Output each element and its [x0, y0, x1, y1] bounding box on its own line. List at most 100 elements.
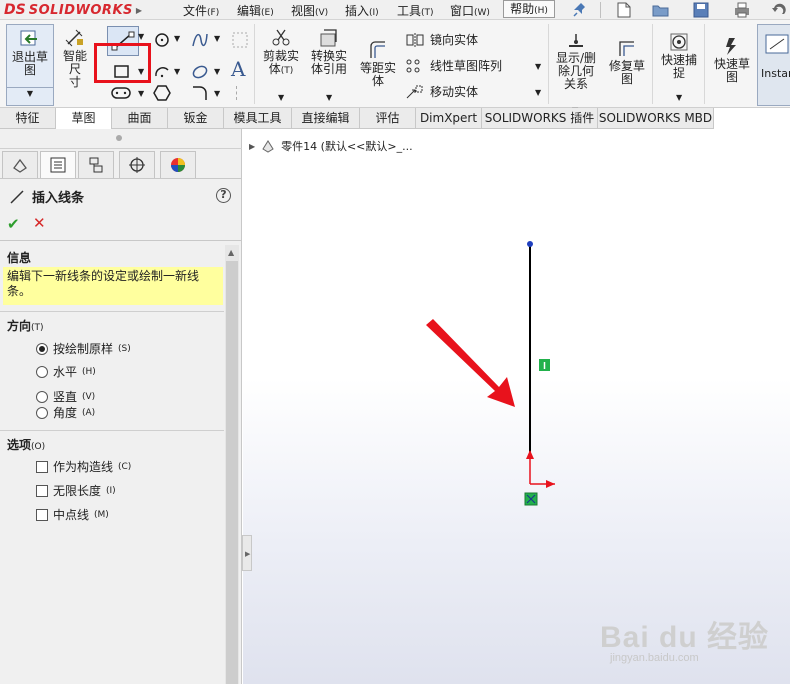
orientation-option-horizontal[interactable]: 水平 (H): [36, 363, 96, 380]
cancel-button[interactable]: ✕: [33, 214, 46, 232]
rapid-sketch-label-2: 图: [725, 70, 738, 84]
move-entities-button[interactable]: 移动实体: [405, 83, 478, 100]
rapid-sketch-button[interactable]: 快速草 图: [708, 36, 756, 84]
polygon-tool-icon[interactable]: [152, 84, 172, 102]
new-document-icon[interactable]: [615, 2, 633, 18]
exit-sketch-dropdown-icon[interactable]: ▼: [7, 89, 53, 98]
open-folder-icon[interactable]: [652, 2, 670, 18]
slot-dropdown-icon[interactable]: ▼: [138, 89, 144, 98]
instant2d-button[interactable]: Instan: [757, 24, 790, 106]
panel-grip[interactable]: [0, 129, 242, 149]
solidworks-logo[interactable]: DS SOLIDWORKS ▶: [4, 1, 142, 19]
trim-dropdown-icon[interactable]: ▼: [278, 93, 284, 102]
arc-dropdown-icon[interactable]: ▼: [174, 67, 180, 76]
ellipse-dropdown-icon[interactable]: ▼: [214, 67, 220, 76]
checkbox-for-construction[interactable]: [36, 460, 48, 473]
menu-tools[interactable]: 工具(T): [397, 2, 434, 19]
orientation-section-title: 方向(T): [7, 319, 44, 333]
offset-entities-button[interactable]: 等距实 体: [356, 40, 400, 88]
menu-window[interactable]: 窗口(W): [450, 2, 490, 19]
exit-sketch-button[interactable]: 退出草图 ▼: [6, 24, 54, 106]
option-for-construction[interactable]: 作为构造线 (C): [36, 458, 131, 475]
menu-insert[interactable]: 插入(I): [345, 2, 379, 19]
tab-features[interactable]: 特征: [0, 108, 56, 129]
crosshair-icon: [129, 157, 145, 173]
smart-dimension-button[interactable]: 智能尺 寸: [58, 28, 92, 89]
undo-icon[interactable]: [770, 2, 788, 18]
convert-label-1: 转换实: [310, 49, 347, 63]
graphics-area[interactable]: ▶ 零件14 (默认<<默认>_...: [243, 129, 790, 684]
radio-angle[interactable]: [36, 406, 48, 419]
pin-icon[interactable]: [572, 2, 590, 18]
tab-mold-tools[interactable]: 模具工具: [224, 108, 292, 129]
move-dropdown-icon[interactable]: ▼: [535, 88, 541, 97]
quick-snaps-dropdown-icon[interactable]: ▼: [676, 93, 682, 102]
radio-vertical[interactable]: [36, 390, 48, 403]
display-manager-tab[interactable]: [160, 151, 196, 178]
origin-x-arrowhead: [546, 480, 555, 488]
fillet-dropdown-icon[interactable]: ▼: [214, 89, 220, 98]
orientation-option-as-sketched[interactable]: 按绘制原样 (S): [36, 340, 131, 357]
tab-evaluate[interactable]: 评估: [360, 108, 416, 129]
convert-dropdown-icon[interactable]: ▼: [326, 93, 332, 102]
line-endpoint[interactable]: [527, 241, 533, 247]
checkbox-midpoint-line[interactable]: [36, 508, 48, 521]
circle-tool-icon[interactable]: [152, 30, 172, 50]
arc-tool-icon[interactable]: [152, 62, 172, 82]
tab-sketch[interactable]: 草图: [56, 108, 112, 129]
quick-snaps-button[interactable]: 快速捕 捉: [656, 32, 702, 80]
spline-dropdown-icon[interactable]: ▼: [214, 34, 220, 43]
checkbox-infinite-length[interactable]: [36, 484, 48, 497]
display-delete-relations-button[interactable]: 显示/删 除几何 关系: [552, 32, 600, 91]
slot-tool-icon[interactable]: [110, 84, 132, 102]
info-section-title: 信息: [7, 251, 32, 265]
option-midpoint-line[interactable]: 中点线 (M): [36, 506, 109, 523]
circle-dropdown-icon[interactable]: ▼: [174, 34, 180, 43]
linear-pattern-button[interactable]: 线性草图阵列: [405, 57, 502, 74]
quick-snaps-label-2: 捉: [672, 66, 685, 80]
text-tool-icon[interactable]: A: [231, 57, 245, 81]
orientation-option-angle[interactable]: 角度 (A): [36, 404, 95, 421]
centerline-tool-icon[interactable]: [236, 86, 248, 100]
property-manager-tab[interactable]: [40, 151, 76, 178]
orientation-option-vertical[interactable]: 竖直 (V): [36, 388, 95, 405]
repair-sketch-button[interactable]: 修复草 图: [604, 38, 650, 86]
ellipse-tool-icon[interactable]: [190, 62, 210, 82]
fillet-tool-icon[interactable]: [190, 84, 210, 102]
ok-button[interactable]: ✔: [7, 215, 20, 233]
linear-pattern-dropdown-icon[interactable]: ▼: [535, 62, 541, 71]
feature-manager-tab[interactable]: [2, 151, 38, 178]
line-dropdown-icon[interactable]: ▼: [138, 32, 144, 41]
option-infinite-length[interactable]: 无限长度 (I): [36, 482, 116, 499]
tab-direct-editing[interactable]: 直接编辑: [292, 108, 360, 129]
radio-as-sketched[interactable]: [36, 342, 48, 355]
spline-tool-icon[interactable]: [190, 30, 210, 50]
menu-file[interactable]: 文件(F): [183, 2, 219, 19]
panel-collapse-handle[interactable]: ▶: [242, 535, 252, 571]
menu-edit[interactable]: 编辑(E): [237, 2, 274, 19]
tab-surfaces[interactable]: 曲面: [112, 108, 168, 129]
tab-dimxpert[interactable]: DimXpert: [416, 108, 482, 129]
dimxpert-manager-tab[interactable]: [119, 151, 155, 178]
relations-label-2: 除几何: [557, 64, 594, 78]
mirror-entities-button[interactable]: 镜向实体: [405, 31, 478, 48]
print-icon[interactable]: [733, 2, 751, 18]
configuration-manager-tab[interactable]: [78, 151, 114, 178]
trim-entities-button[interactable]: 剪裁实 体(T): [258, 28, 304, 78]
quick-snaps-icon: [670, 33, 688, 51]
menu-view[interactable]: 视图(V): [291, 2, 328, 19]
command-manager-ribbon: 退出草图 ▼ 智能尺 寸 ▼ ▼ ▼ ▼ ▼ ▼ A ▼ ▼ 剪裁实 体(T) …: [0, 20, 790, 115]
convert-entities-button[interactable]: 转换实 体引用: [306, 28, 352, 76]
tab-sheet-metal[interactable]: 钣金: [168, 108, 224, 129]
smart-dimension-label-2: 寸: [68, 75, 81, 89]
tab-solidworks-mbd[interactable]: SOLIDWORKS MBD: [598, 108, 714, 129]
scrollbar-thumb[interactable]: [226, 261, 238, 684]
tab-solidworks-addins[interactable]: SOLIDWORKS 插件: [482, 108, 598, 129]
point-tool-icon[interactable]: [230, 30, 250, 50]
panel-scrollbar[interactable]: ▲: [225, 245, 239, 684]
menu-help[interactable]: 帮助(H): [503, 0, 555, 18]
radio-horizontal[interactable]: [36, 365, 48, 378]
save-icon[interactable]: [692, 2, 710, 18]
help-icon[interactable]: ?: [216, 188, 231, 203]
scroll-up-icon[interactable]: ▲: [228, 248, 234, 257]
